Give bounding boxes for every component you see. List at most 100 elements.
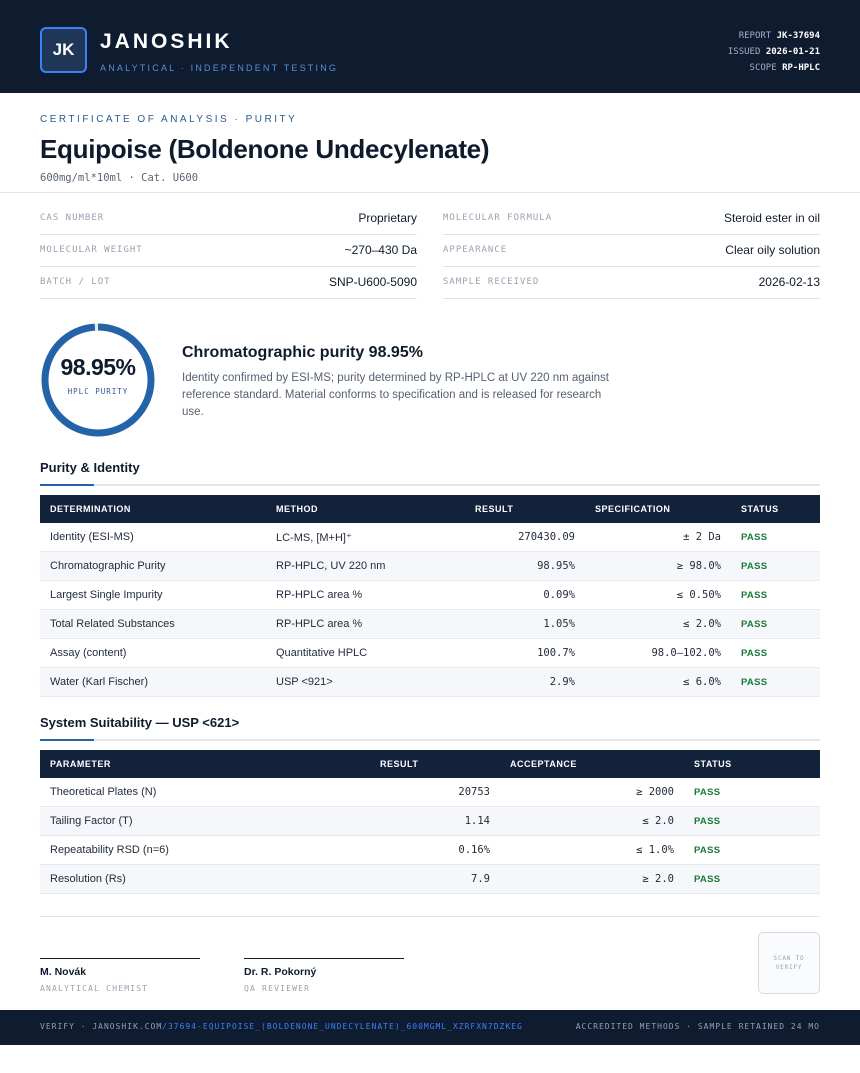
cell-determination: Chromatographic Purity [50,560,166,572]
cell-result: 2.9% [549,676,575,688]
column-header: RESULT [380,759,419,769]
cell-method: RP-HPLC, UV 220 nm [276,560,386,572]
divider [0,192,860,193]
purity-value: 98.95% [60,354,136,380]
info-value: Steroid ester in oil [723,211,820,225]
qr-code-placeholder[interactable]: SCAN TO VERIFY [758,932,820,994]
table-header: DETERMINATION METHOD RESULT SPECIFICATIO… [40,495,820,523]
footer-note: ACCREDITED METHODS · SAMPLE RETAINED 24 … [575,1022,820,1031]
status-badge: PASS [741,619,768,630]
cell-parameter: Tailing Factor (T) [50,815,133,827]
brand-name: JANOSHIK [100,30,233,53]
table-row: Largest Single Impurity RP-HPLC area % 0… [40,581,820,610]
divider [40,916,820,917]
cell-result: 1.14 [464,815,490,827]
signatory-name: M. Novák [40,966,87,978]
info-cas-number: CAS NUMBER Proprietary [40,203,417,235]
info-value: SNP-U600-5090 [328,275,417,289]
info-label: CAS NUMBER [40,213,105,223]
cell-spec: ≤ 0.50% [676,589,721,601]
purity-headline: Chromatographic purity 98.95% [182,344,423,361]
column-header: STATUS [694,759,732,769]
section-rule [40,484,820,486]
table-row: Resolution (Rs) 7.9 ≥ 2.0 PASS [40,865,820,894]
info-appearance: APPEARANCE Clear oily solution [443,235,820,267]
cell-spec: 98.0–102.0% [651,647,721,659]
column-header: SPECIFICATION [595,504,671,514]
info-label: MOLECULAR FORMULA [443,213,553,223]
issued-date: ISSUED 2026-01-21 [727,47,820,57]
table-row: Assay (content) Quantitative HPLC 100.7%… [40,639,820,668]
cell-result: 7.9 [471,873,490,885]
table-row: Tailing Factor (T) 1.14 ≤ 2.0 PASS [40,807,820,836]
purity-description: Identity confirmed by ESI-MS; purity det… [182,372,609,418]
cell-acceptance: ≤ 1.0% [636,844,674,856]
signature-line [244,958,404,959]
info-value: ~270–430 Da [344,243,417,257]
document-kicker: CERTIFICATE OF ANALYSIS · PURITY [40,114,298,125]
cell-result: 0.16% [458,844,490,856]
cell-method: LC-MS, [M+H]⁺ [276,532,352,544]
status-badge: PASS [741,590,768,601]
info-value: Proprietary [358,211,417,225]
report-header: JK JANOSHIK ANALYTICAL · INDEPENDENT TES… [0,0,860,93]
system-suitability-table: PARAMETER RESULT ACCEPTANCE STATUS Theor… [40,750,820,894]
cell-method: Quantitative HPLC [276,647,368,659]
signature-line [40,958,200,959]
status-badge: PASS [741,648,768,659]
cell-determination: Assay (content) [50,647,127,659]
column-header: STATUS [741,504,779,514]
report-meta: REPORT JK-37694 ISSUED 2026-01-21 SCOPE … [728,28,820,76]
verify-prefix: VERIFY · JANOSHIK.COM [40,1022,163,1031]
table-row: Water (Karl Fischer) USP <921> 2.9% ≤ 6.… [40,668,820,697]
scope: SCOPE RP-HPLC [749,63,820,73]
signatory-role: ANALYTICAL CHEMIST [40,984,149,993]
cell-result: 270430.09 [518,531,575,543]
verify-link[interactable]: /37694-EQUIPOISE_(BOLDENONE_UNDECYLENATE… [162,1022,523,1031]
cell-determination: Identity (ESI-MS) [50,531,134,543]
info-label: MOLECULAR WEIGHT [40,245,143,255]
cell-determination: Water (Karl Fischer) [50,676,148,688]
cell-spec: ≤ 2.0% [683,618,721,630]
cell-method: USP <921> [276,676,333,688]
cell-determination: Largest Single Impurity [50,589,163,601]
table-row: Identity (ESI-MS) LC-MS, [M+H]⁺ 270430.0… [40,523,820,552]
section-rule [40,739,820,741]
info-value: 2026-02-13 [758,275,820,289]
status-badge: PASS [694,874,721,885]
column-header: ACCEPTANCE [510,759,577,769]
cell-parameter: Resolution (Rs) [50,873,126,885]
table-header: PARAMETER RESULT ACCEPTANCE STATUS [40,750,820,778]
brand-tagline: ANALYTICAL · INDEPENDENT TESTING [100,63,339,73]
table-row: Theoretical Plates (N) 20753 ≥ 2000 PASS [40,778,820,807]
brand-logo: JK [40,27,87,73]
status-badge: PASS [741,677,768,688]
info-value: Clear oily solution [725,243,820,257]
status-badge: PASS [694,816,721,827]
product-subtitle: 600mg/ml*10ml · Cat. U600 [40,172,199,184]
column-header: METHOD [276,504,318,514]
report-footer: VERIFY · JANOSHIK.COM/37694-EQUIPOISE_(B… [0,1010,860,1045]
status-badge: PASS [741,561,768,572]
info-batch-lot: BATCH / LOT SNP-U600-5090 [40,267,417,299]
verify-line: VERIFY · JANOSHIK.COM/37694-EQUIPOISE_(B… [40,1022,523,1031]
status-badge: PASS [694,845,721,856]
info-label: BATCH / LOT [40,277,111,287]
page-title: Equipoise (Boldenone Undecylenate) [40,134,490,164]
signatory-role: QA REVIEWER [244,984,311,993]
cell-result: 98.95% [537,560,575,572]
cell-result: 0.09% [543,589,575,601]
column-header: PARAMETER [50,759,111,769]
cell-acceptance: ≤ 2.0 [642,815,674,827]
cell-parameter: Theoretical Plates (N) [50,786,157,798]
cell-method: RP-HPLC area % [276,618,363,630]
info-molecular-weight: MOLECULAR WEIGHT ~270–430 Da [40,235,417,267]
report-number: REPORT JK-37694 [738,31,820,41]
cell-determination: Total Related Substances [50,618,175,630]
signatory-name: Dr. R. Pokorný [244,966,317,978]
column-header: DETERMINATION [50,504,131,514]
cell-result: 1.05% [543,618,575,630]
info-label: SAMPLE RECEIVED [443,277,540,287]
qr-caption: SCAN TO VERIFY [773,955,805,971]
status-badge: PASS [694,787,721,798]
